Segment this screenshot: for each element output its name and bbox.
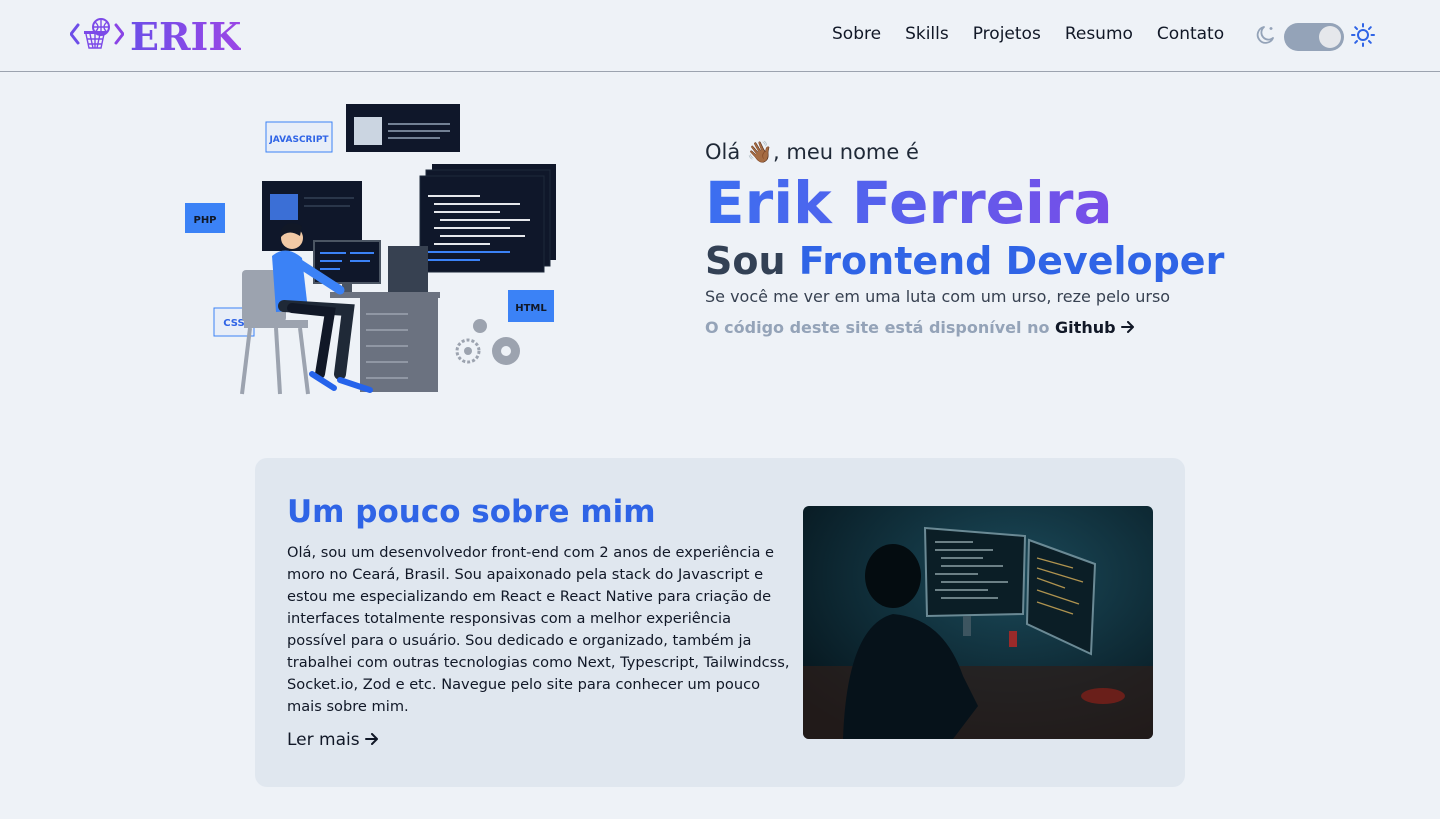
toggle-knob [1319,26,1341,48]
theme-toggle-switch[interactable] [1284,23,1344,51]
greeting: Olá 👋🏾, meu nome é [705,140,919,164]
read-more-label: Ler mais [287,730,360,750]
about-card: Um pouco sobre mim Olá, sou um desenvolv… [255,458,1185,787]
logo-text: ERIK [130,13,242,59]
sun-icon [1350,22,1376,52]
source-code-note: O código deste site está disponível no G… [705,318,1225,337]
nav-link-contato[interactable]: Contato [1145,22,1236,46]
read-more-link[interactable]: Ler mais [287,730,379,750]
basketball-hoop-icon [69,17,125,55]
site-header: ERIK Sobre Skills Projetos Resumo Contat… [0,0,1440,72]
hero-name: Erik Ferreira [705,167,1225,240]
css-label: CSS [223,318,244,329]
source-text: O código deste site está disponível no [705,318,1050,338]
github-link-label: Github [1055,318,1116,338]
moon-icon [1254,23,1278,51]
role-title: Frontend Developer [798,238,1225,283]
php-label: PHP [193,215,216,226]
hero-tagline: Se você me ver em uma luta com um urso, … [705,287,1171,307]
about-body: Olá, sou um desenvolvedor front-end com … [287,544,790,715]
developer-photo [803,506,1153,739]
github-link[interactable]: Github [1055,318,1135,337]
nav-link-skills[interactable]: Skills [893,22,961,46]
nav-link-projetos[interactable]: Projetos [961,22,1053,46]
html-label: HTML [515,303,547,314]
logo[interactable]: ERIK [69,13,242,59]
arrow-right-icon [365,730,379,750]
javascript-label: JAVASCRIPT [268,135,329,145]
nav-link-sobre[interactable]: Sobre [820,22,893,46]
hero-text: Olá 👋🏾, meu nome é Erik Ferreira Sou Fro… [705,140,1225,337]
developer-illustration: JAVASCRIPT PHP HTML CSS [180,98,560,398]
role-prefix: Sou [705,238,786,283]
nav-link-resumo[interactable]: Resumo [1053,22,1145,46]
hero-role: Sou Frontend Developer [705,238,1225,284]
theme-toggle-group [1254,22,1376,52]
arrow-right-icon [1121,318,1135,337]
about-title: Um pouco sobre mim [287,494,656,530]
main-nav: Sobre Skills Projetos Resumo Contato [820,22,1236,46]
